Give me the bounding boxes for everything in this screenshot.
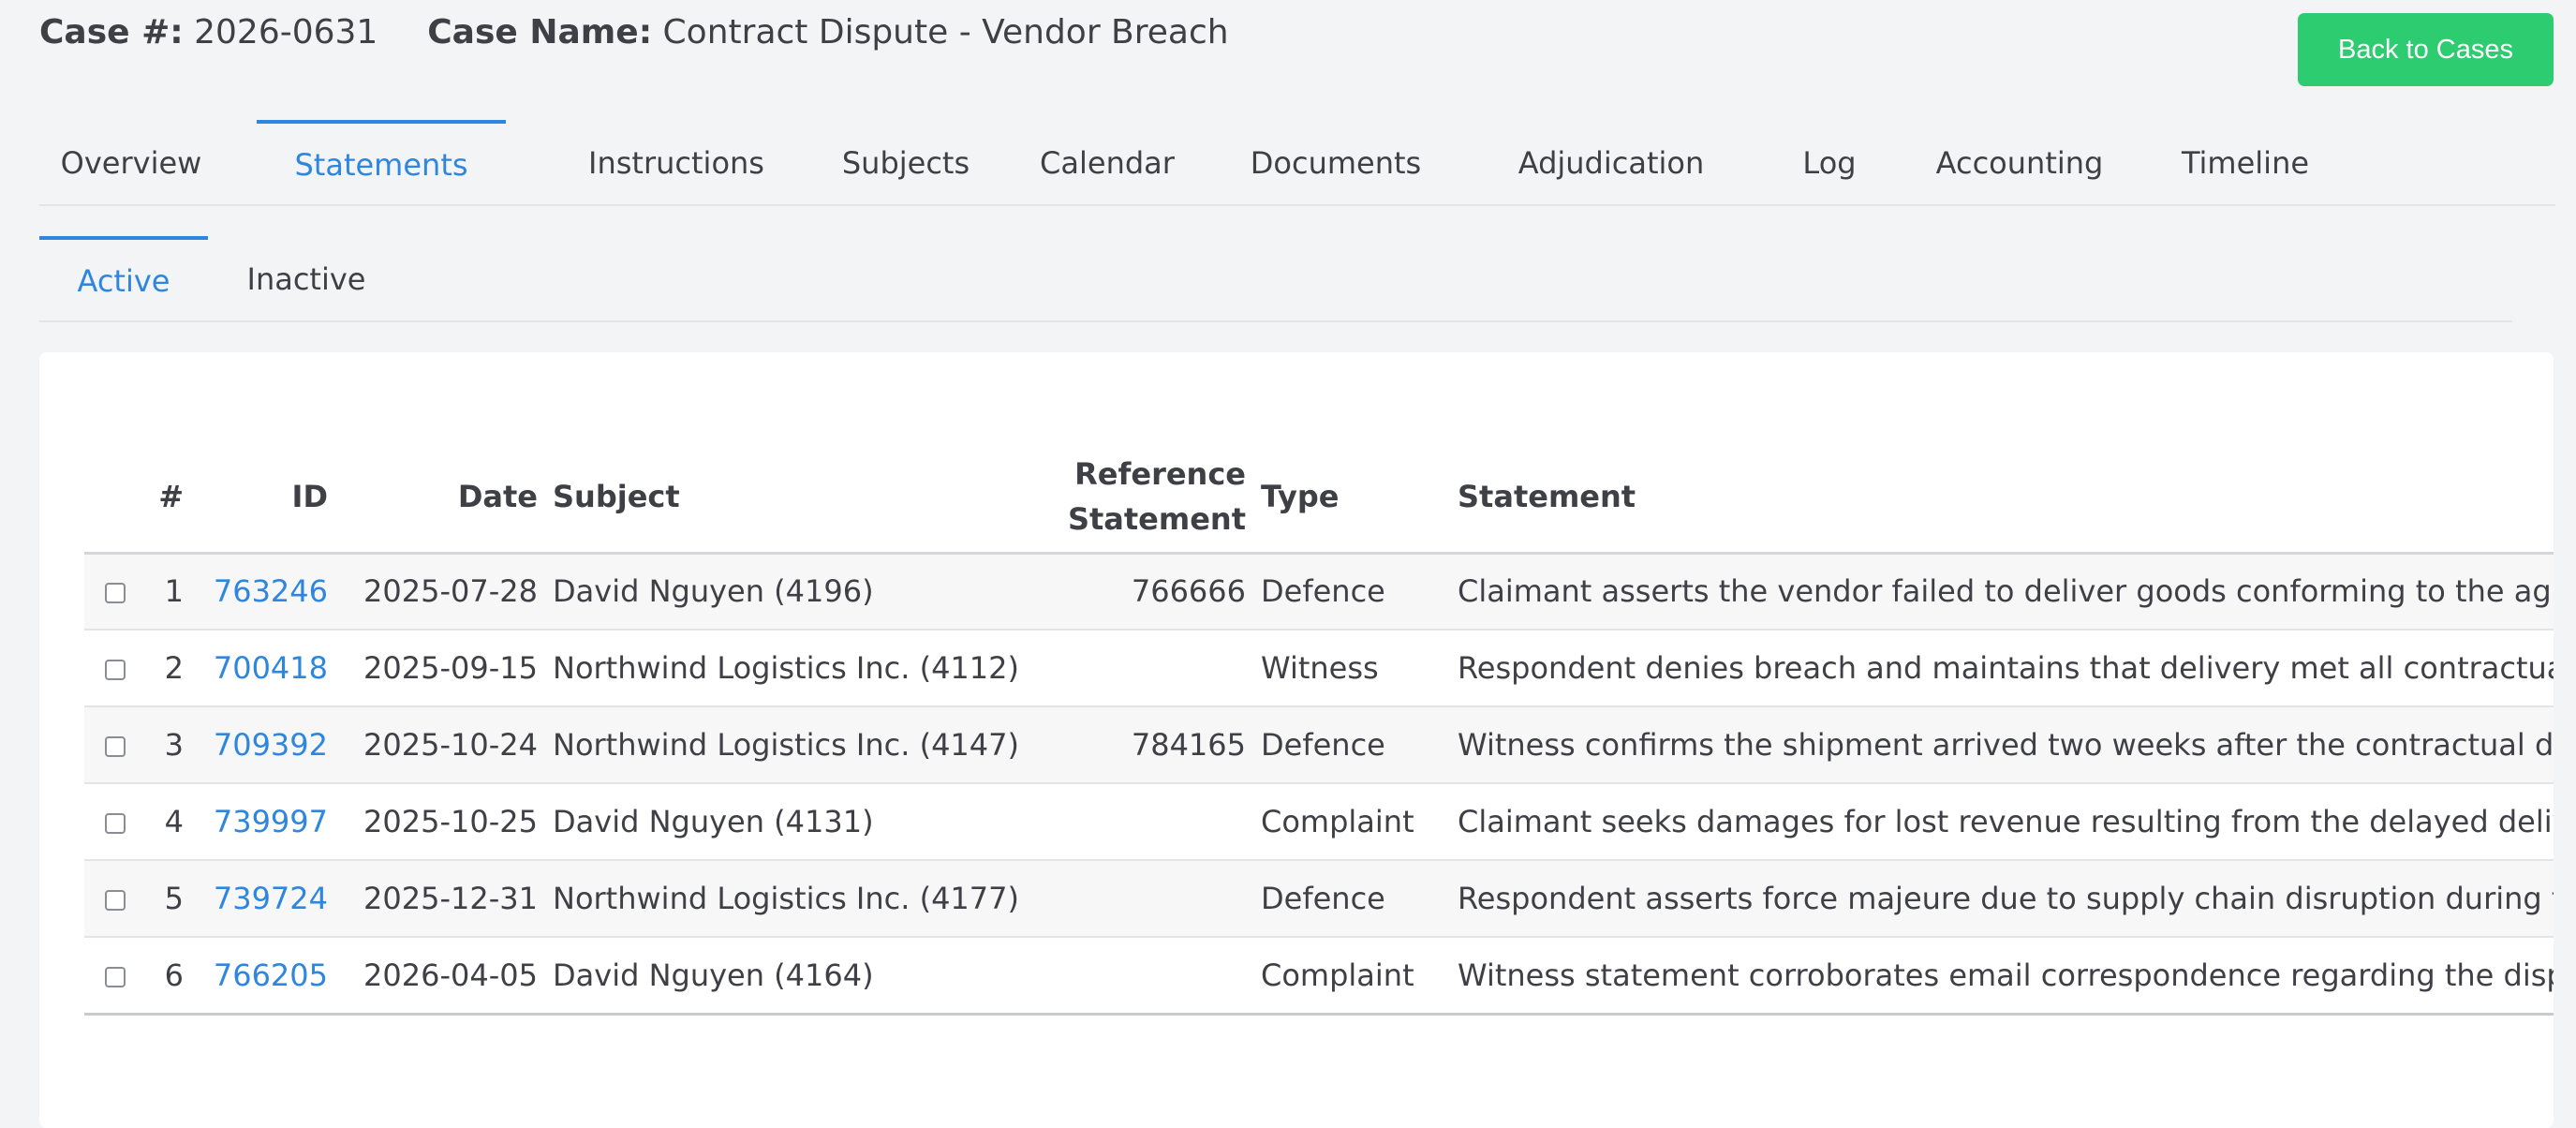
subtab-active[interactable]: Active: [39, 236, 208, 322]
row-subject: David Nguyen (4164): [545, 937, 1045, 1016]
table-row: 2 700418 2025-09-15 Northwind Logistics …: [84, 630, 2554, 707]
row-id-cell: 763246: [191, 553, 335, 631]
column-header-reference-statement[interactable]: Reference Statement: [1045, 442, 1253, 555]
row-type: Complaint: [1253, 783, 1450, 861]
row-id-cell: 709392: [191, 706, 335, 784]
table-row: 3 709392 2025-10-24 Northwind Logistics …: [84, 706, 2554, 784]
row-type: Defence: [1253, 706, 1450, 784]
row-id-cell: 766205: [191, 937, 335, 1016]
row-id-cell: 739724: [191, 860, 335, 938]
ref-header-line1: Reference: [1074, 456, 1246, 493]
row-subject: Northwind Logistics Inc. (4112): [545, 630, 1045, 707]
row-statement: Claimant seeks damages for lost revenue …: [1450, 783, 2554, 861]
row-select-cell: [84, 630, 146, 707]
row-select-cell: [84, 553, 146, 631]
table-row: 1 763246 2025-07-28 David Nguyen (4196) …: [84, 553, 2554, 631]
main-tabs: Overview Statements Instructions Subject…: [39, 120, 2555, 206]
statement-id-link[interactable]: 739997: [214, 804, 328, 839]
row-reference: [1045, 937, 1253, 1016]
tab-documents[interactable]: Documents: [1203, 120, 1469, 206]
column-header-num: #: [146, 442, 191, 555]
row-checkbox[interactable]: [105, 966, 126, 987]
row-id-cell: 700418: [191, 630, 335, 707]
table-row: 5 739724 2025-12-31 Northwind Logistics …: [84, 860, 2554, 938]
select-column-header: [84, 442, 146, 555]
row-checkbox[interactable]: [105, 736, 126, 757]
table-row: 4 739997 2025-10-25 David Nguyen (4131) …: [84, 783, 2554, 861]
case-number-label: Case #:: [39, 13, 184, 52]
row-checkbox[interactable]: [105, 660, 126, 680]
statement-id-link[interactable]: 709392: [214, 727, 328, 763]
row-reference: [1045, 783, 1253, 861]
tab-adjudication[interactable]: Adjudication: [1458, 120, 1765, 206]
column-header-date[interactable]: Date: [335, 442, 545, 555]
row-reference: 766666: [1045, 553, 1253, 631]
table-header-row: # ID Date Subject Reference Statement Typ…: [84, 442, 2554, 555]
column-header-id[interactable]: ID: [191, 442, 335, 555]
row-num: 1: [146, 553, 191, 631]
statement-id-link[interactable]: 766205: [214, 957, 328, 993]
back-to-cases-button[interactable]: Back to Cases: [2298, 13, 2554, 86]
row-statement: Witness confirms the shipment arrived tw…: [1450, 706, 2554, 784]
row-subject: Northwind Logistics Inc. (4147): [545, 706, 1045, 784]
row-date: 2025-10-25: [335, 783, 545, 861]
column-header-subject[interactable]: Subject: [545, 442, 1045, 555]
row-type: Complaint: [1253, 937, 1450, 1016]
case-header: Case #: 2026-0631 Case Name: Contract Di…: [39, 13, 1229, 52]
statement-id-link[interactable]: 763246: [214, 573, 328, 609]
row-statement: Claimant asserts the vendor failed to de…: [1450, 553, 2554, 631]
tab-timeline[interactable]: Timeline: [2134, 120, 2357, 206]
row-num: 5: [146, 860, 191, 938]
row-reference: [1045, 860, 1253, 938]
row-checkbox[interactable]: [105, 583, 126, 604]
row-num: 6: [146, 937, 191, 1016]
row-reference: 784165: [1045, 706, 1253, 784]
row-date: 2025-09-15: [335, 630, 545, 707]
tab-accounting[interactable]: Accounting: [1896, 120, 2143, 206]
column-header-statement[interactable]: Statement: [1450, 442, 2554, 555]
row-checkbox[interactable]: [105, 890, 126, 911]
row-date: 2025-10-24: [335, 706, 545, 784]
case-number: 2026-0631: [194, 13, 378, 52]
statement-id-link[interactable]: 700418: [214, 650, 328, 686]
row-type: Defence: [1253, 553, 1450, 631]
row-select-cell: [84, 860, 146, 938]
tab-subjects[interactable]: Subjects: [800, 120, 1012, 206]
tab-overview[interactable]: Overview: [39, 120, 223, 206]
table-row: 6 766205 2026-04-05 David Nguyen (4164) …: [84, 937, 2554, 1016]
statement-id-link[interactable]: 739724: [214, 881, 328, 916]
tab-statements[interactable]: Statements: [257, 120, 506, 206]
case-name: Contract Dispute - Vendor Breach: [662, 13, 1229, 52]
row-date: 2025-07-28: [335, 553, 545, 631]
row-num: 3: [146, 706, 191, 784]
row-type: Defence: [1253, 860, 1450, 938]
row-select-cell: [84, 706, 146, 784]
row-statement: Respondent denies breach and maintains t…: [1450, 630, 2554, 707]
case-name-label: Case Name:: [427, 13, 653, 52]
tab-log[interactable]: Log: [1754, 120, 1905, 206]
row-subject: David Nguyen (4196): [545, 553, 1045, 631]
row-checkbox[interactable]: [105, 813, 126, 834]
row-subject: David Nguyen (4131): [545, 783, 1045, 861]
row-date: 2025-12-31: [335, 860, 545, 938]
ref-header-line2: Statement: [1067, 501, 1246, 538]
row-reference: [1045, 630, 1253, 707]
tab-instructions[interactable]: Instructions: [540, 120, 813, 206]
statements-panel: # ID Date Subject Reference Statement Typ…: [39, 352, 2554, 1128]
column-header-type[interactable]: Type: [1253, 442, 1450, 555]
row-select-cell: [84, 783, 146, 861]
row-num: 2: [146, 630, 191, 707]
subtab-inactive[interactable]: Inactive: [227, 236, 386, 322]
row-statement: Respondent asserts force majeure due to …: [1450, 860, 2554, 938]
row-subject: Northwind Logistics Inc. (4177): [545, 860, 1045, 938]
sub-tabs: Active Inactive: [39, 236, 2512, 322]
row-num: 4: [146, 783, 191, 861]
statements-table: # ID Date Subject Reference Statement Typ…: [84, 442, 2554, 1016]
row-id-cell: 739997: [191, 783, 335, 861]
row-statement: Witness statement corroborates email cor…: [1450, 937, 2554, 1016]
tab-calendar[interactable]: Calendar: [999, 120, 1216, 206]
row-select-cell: [84, 937, 146, 1016]
row-date: 2026-04-05: [335, 937, 545, 1016]
row-type: Witness: [1253, 630, 1450, 707]
